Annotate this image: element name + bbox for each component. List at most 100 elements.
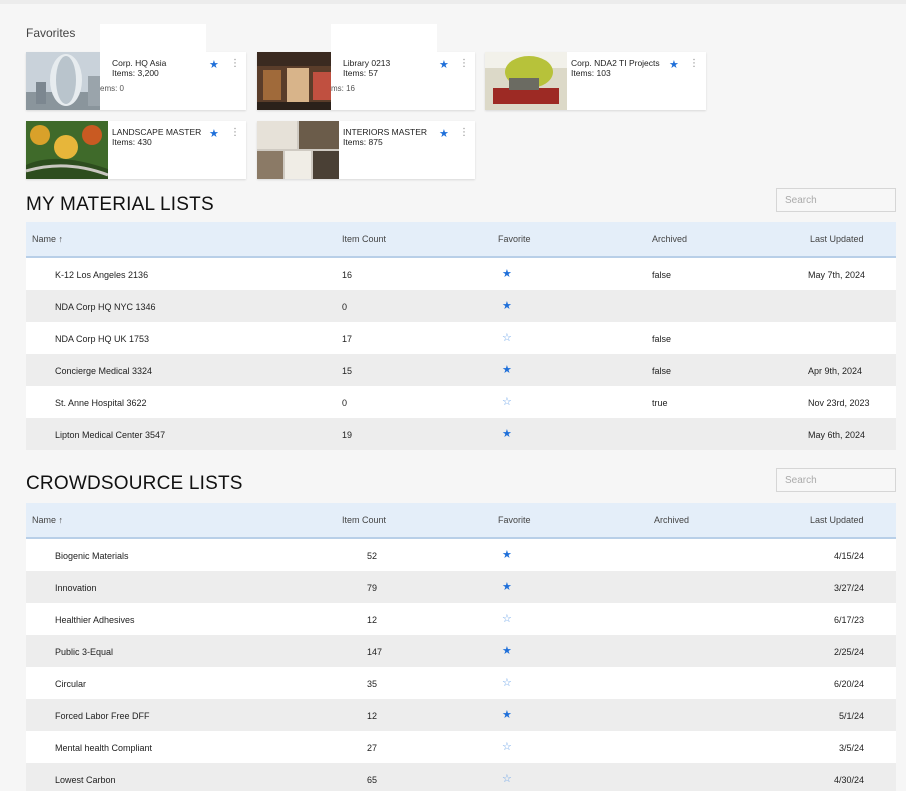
star-outline-icon[interactable]: ☆: [502, 676, 512, 689]
row-item-count: 12: [367, 711, 378, 721]
card-meta: Library 0213 Items: 57: [343, 58, 390, 78]
kebab-menu-icon[interactable]: ⋮: [459, 58, 469, 69]
favorite-star-icon[interactable]: ★: [669, 58, 679, 71]
library-thumbnail: [257, 52, 339, 110]
card-name: Corp. HQ Asia: [112, 58, 167, 68]
my-material-lists-table: Name ↑ Item Count Favorite Archived Last…: [26, 222, 896, 464]
card-items-overlap: ems: 0: [100, 84, 125, 93]
row-item-count: 147: [367, 647, 383, 657]
star-outline-icon[interactable]: ☆: [502, 331, 512, 344]
row-last-updated: 2/25/24: [833, 647, 864, 657]
row-last-updated: 6/20/24: [833, 679, 864, 689]
row-name[interactable]: Concierge Medical 3324: [55, 366, 152, 376]
table-row[interactable]: NDA Corp HQ UK 1753 17 ☆ false: [26, 322, 896, 354]
favorite-card-corp-nda2[interactable]: Corp. NDA2 TI Projects Items: 103 ★ ⋮: [485, 52, 706, 110]
crowd-lists-search-input[interactable]: [776, 468, 896, 492]
star-outline-icon[interactable]: ☆: [502, 772, 512, 785]
kebab-menu-icon[interactable]: ⋮: [459, 127, 469, 138]
interiors-thumbnail: [257, 121, 339, 179]
table-row[interactable]: Lipton Medical Center 3547 19 ★ May 6th, 20…: [26, 418, 896, 450]
row-name[interactable]: St. Anne Hospital 3622: [55, 398, 147, 408]
table-header: Name ↑ Item Count Favorite Archived Last…: [26, 222, 896, 258]
favorite-star-icon[interactable]: ★: [439, 127, 449, 140]
favorite-star-icon[interactable]: ★: [209, 127, 219, 140]
column-header-favorite[interactable]: Favorite: [498, 234, 531, 244]
row-name[interactable]: Innovation: [55, 583, 97, 593]
star-filled-icon[interactable]: ★: [502, 267, 512, 280]
card-items: Items: 3,200: [112, 68, 159, 78]
star-filled-icon[interactable]: ★: [502, 580, 512, 593]
column-header-last-updated[interactable]: Last Updated: [810, 234, 864, 244]
table-row[interactable]: St. Anne Hospital 3622 0 ☆ true Nov 23rd, 20…: [26, 386, 896, 418]
table-row[interactable]: Circular 35 ☆ 6/20/24: [26, 667, 896, 699]
table-row[interactable]: Mental health Compliant 27 ☆ 3/5/24: [26, 731, 896, 763]
top-border: [0, 0, 906, 4]
my-lists-search-input[interactable]: [776, 188, 896, 212]
kebab-menu-icon[interactable]: ⋮: [689, 58, 699, 69]
row-last-updated: 3/27/24: [833, 583, 864, 593]
column-header-archived[interactable]: Archived: [652, 234, 687, 244]
favorite-card-interiors-master[interactable]: INTERIORS MASTER Items: 875 ★ ⋮: [257, 121, 475, 179]
star-filled-icon[interactable]: ★: [502, 548, 512, 561]
row-name[interactable]: Circular: [55, 679, 86, 689]
row-last-updated: Apr 9th, 2024: [808, 366, 863, 376]
favorite-card-corp-hq-asia[interactable]: Corp. HQ Asia Items: 3,200 ems: 0 ★ ⋮: [26, 24, 246, 110]
kebab-menu-icon[interactable]: ⋮: [230, 127, 240, 138]
row-last-updated: May 6th, 2024: [808, 430, 866, 440]
row-item-count: 52: [367, 551, 378, 561]
row-item-count: 12: [367, 615, 378, 625]
table-row[interactable]: Public 3-Equal 147 ★ 2/25/24: [26, 635, 896, 667]
row-name[interactable]: Mental health Compliant: [55, 743, 152, 753]
column-header-item-count[interactable]: Item Count: [342, 515, 386, 525]
row-item-count: 65: [367, 775, 378, 785]
favorite-star-icon[interactable]: ★: [439, 58, 449, 71]
card-meta: INTERIORS MASTER Items: 875: [343, 127, 427, 147]
row-archived: false: [652, 270, 672, 280]
favorite-star-icon[interactable]: ★: [209, 58, 219, 71]
table-row[interactable]: K-12 Los Angeles 2136 16 ★ false May 7th, 20…: [26, 258, 896, 290]
row-last-updated: Nov 23rd, 2023: [808, 398, 870, 408]
column-header-favorite[interactable]: Favorite: [498, 515, 531, 525]
row-name[interactable]: NDA Corp HQ NYC 1346: [55, 302, 156, 312]
row-name[interactable]: Lipton Medical Center 3547: [55, 430, 165, 440]
column-header-archived[interactable]: Archived: [654, 515, 689, 525]
office-thumbnail: [485, 52, 567, 110]
star-filled-icon[interactable]: ★: [502, 644, 512, 657]
table-row[interactable]: Concierge Medical 3324 15 ★ false Apr 9th, 2…: [26, 354, 896, 386]
row-last-updated: 3/5/24: [838, 743, 864, 753]
star-filled-icon[interactable]: ★: [502, 299, 512, 312]
star-filled-icon[interactable]: ★: [502, 708, 512, 721]
table-row[interactable]: NDA Corp HQ NYC 1346 0 ★: [26, 290, 896, 322]
table-row[interactable]: Forced Labor Free DFF 12 ★ 5/1/24: [26, 699, 896, 731]
star-filled-icon[interactable]: ★: [502, 363, 512, 376]
star-outline-icon[interactable]: ☆: [502, 612, 512, 625]
table-row[interactable]: Healthier Adhesives 12 ☆ 6/17/23: [26, 603, 896, 635]
row-name[interactable]: NDA Corp HQ UK 1753: [55, 334, 149, 344]
star-outline-icon[interactable]: ☆: [502, 395, 512, 408]
table-header: Name ↑ Item Count Favorite Archived Last…: [26, 503, 896, 539]
row-item-count: 79: [367, 583, 378, 593]
table-body: K-12 Los Angeles 2136 16 ★ false May 7th, 20…: [26, 258, 896, 450]
favorite-card-landscape-master[interactable]: LANDSCAPE MASTER Items: 430 ★ ⋮: [26, 121, 246, 179]
row-name[interactable]: Lowest Carbon: [55, 775, 116, 785]
row-item-count: 19: [342, 430, 353, 440]
row-name[interactable]: K-12 Los Angeles 2136: [55, 270, 148, 280]
row-name[interactable]: Public 3-Equal: [55, 647, 113, 657]
column-header-name[interactable]: Name ↑: [32, 515, 63, 525]
card-meta: LANDSCAPE MASTER Items: 430: [112, 127, 201, 147]
star-outline-icon[interactable]: ☆: [502, 740, 512, 753]
star-filled-icon[interactable]: ★: [502, 427, 512, 440]
row-name[interactable]: Biogenic Materials: [55, 551, 129, 561]
table-row[interactable]: Lowest Carbon 65 ☆ 4/30/24: [26, 763, 896, 791]
table-row[interactable]: Innovation 79 ★ 3/27/24: [26, 571, 896, 603]
row-item-count: 35: [367, 679, 378, 689]
column-header-name[interactable]: Name ↑: [32, 234, 63, 244]
my-material-lists-title: MY MATERIAL LISTS: [26, 194, 214, 215]
row-name[interactable]: Healthier Adhesives: [55, 615, 135, 625]
column-header-item-count[interactable]: Item Count: [342, 234, 386, 244]
table-row[interactable]: Biogenic Materials 52 ★ 4/15/24: [26, 539, 896, 571]
kebab-menu-icon[interactable]: ⋮: [230, 58, 240, 69]
favorite-card-library[interactable]: Library 0213 Items: 57 ms: 16 ★ ⋮: [257, 24, 475, 110]
column-header-last-updated[interactable]: Last Updated: [810, 515, 864, 525]
row-name[interactable]: Forced Labor Free DFF: [55, 711, 150, 721]
